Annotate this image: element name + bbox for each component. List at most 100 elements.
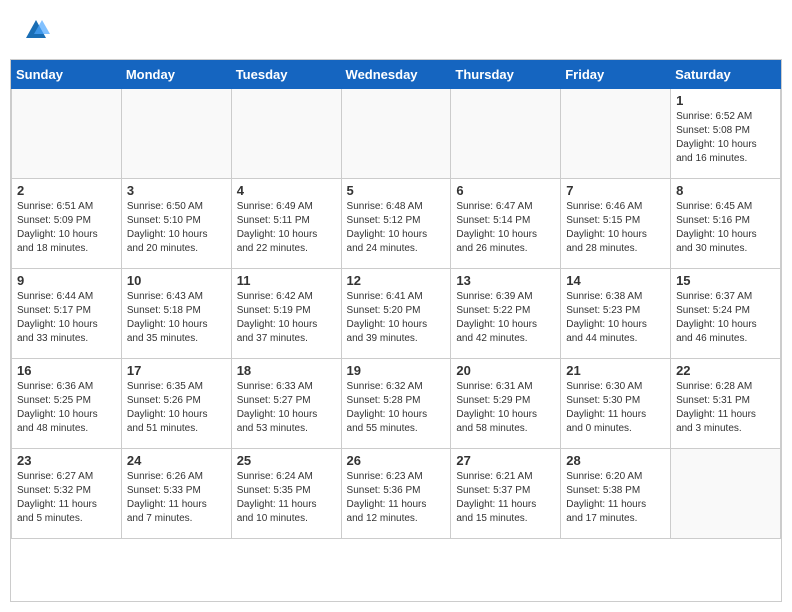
day-number: 24 — [127, 453, 226, 468]
calendar-cell: 23 Sunrise: 6:27 AM Sunset: 5:32 PM Dayli… — [12, 448, 122, 538]
week-row-1: 1 Sunrise: 6:52 AM Sunset: 5:08 PM Daylig… — [12, 88, 781, 178]
day-info: Sunrise: 6:27 AM Sunset: 5:32 PM Dayligh… — [17, 470, 116, 526]
day-number: 7 — [566, 183, 665, 198]
day-number: 13 — [456, 273, 555, 288]
calendar-cell: 13 Sunrise: 6:39 AM Sunset: 5:22 PM Dayli… — [451, 268, 561, 358]
day-number: 17 — [127, 363, 226, 378]
calendar-cell: 10 Sunrise: 6:43 AM Sunset: 5:18 PM Dayli… — [121, 268, 231, 358]
day-number: 25 — [237, 453, 336, 468]
day-info: Sunrise: 6:38 AM Sunset: 5:23 PM Dayligh… — [566, 290, 665, 346]
day-info: Sunrise: 6:33 AM Sunset: 5:27 PM Dayligh… — [237, 380, 336, 436]
weekday-header-thursday: Thursday — [451, 60, 561, 88]
calendar-cell — [671, 448, 781, 538]
day-info: Sunrise: 6:26 AM Sunset: 5:33 PM Dayligh… — [127, 470, 226, 526]
calendar-cell: 1 Sunrise: 6:52 AM Sunset: 5:08 PM Daylig… — [671, 88, 781, 178]
calendar-cell — [12, 88, 122, 178]
calendar-cell: 12Sunrise: 6:41 AM Sunset: 5:20 PM Dayli… — [341, 268, 451, 358]
calendar-cell — [561, 88, 671, 178]
calendar-cell — [121, 88, 231, 178]
weekday-header-friday: Friday — [561, 60, 671, 88]
week-row-2: 2Sunrise: 6:51 AM Sunset: 5:09 PM Daylig… — [12, 178, 781, 268]
day-info: Sunrise: 6:39 AM Sunset: 5:22 PM Dayligh… — [456, 290, 555, 346]
week-row-4: 16Sunrise: 6:36 AM Sunset: 5:25 PM Dayli… — [12, 358, 781, 448]
day-number: 1 — [676, 93, 775, 108]
day-info: Sunrise: 6:28 AM Sunset: 5:31 PM Dayligh… — [676, 380, 775, 436]
day-info: Sunrise: 6:30 AM Sunset: 5:30 PM Dayligh… — [566, 380, 665, 436]
calendar-cell: 8Sunrise: 6:45 AM Sunset: 5:16 PM Daylig… — [671, 178, 781, 268]
day-info: Sunrise: 6:48 AM Sunset: 5:12 PM Dayligh… — [347, 200, 446, 256]
calendar-cell: 9 Sunrise: 6:44 AM Sunset: 5:17 PM Daylig… — [12, 268, 122, 358]
day-number: 22 — [676, 363, 775, 378]
header — [0, 0, 792, 59]
day-info: Sunrise: 6:44 AM Sunset: 5:17 PM Dayligh… — [17, 290, 116, 346]
day-number: 3 — [127, 183, 226, 198]
day-number: 16 — [17, 363, 116, 378]
logo-icon — [22, 16, 50, 44]
calendar-cell: 2Sunrise: 6:51 AM Sunset: 5:09 PM Daylig… — [12, 178, 122, 268]
day-info: Sunrise: 6:23 AM Sunset: 5:36 PM Dayligh… — [347, 470, 446, 526]
day-info: Sunrise: 6:31 AM Sunset: 5:29 PM Dayligh… — [456, 380, 555, 436]
day-number: 19 — [347, 363, 446, 378]
week-row-5: 23 Sunrise: 6:27 AM Sunset: 5:32 PM Dayli… — [12, 448, 781, 538]
calendar-cell — [231, 88, 341, 178]
calendar-cell: 6 Sunrise: 6:47 AM Sunset: 5:14 PM Daylig… — [451, 178, 561, 268]
logo — [20, 16, 50, 49]
day-number: 20 — [456, 363, 555, 378]
calendar-cell: 4 Sunrise: 6:49 AM Sunset: 5:11 PM Daylig… — [231, 178, 341, 268]
calendar-body: 1 Sunrise: 6:52 AM Sunset: 5:08 PM Daylig… — [12, 88, 781, 538]
day-info: Sunrise: 6:50 AM Sunset: 5:10 PM Dayligh… — [127, 200, 226, 256]
calendar-cell — [451, 88, 561, 178]
day-number: 23 — [17, 453, 116, 468]
calendar-cell: 26 Sunrise: 6:23 AM Sunset: 5:36 PM Dayli… — [341, 448, 451, 538]
day-number: 27 — [456, 453, 555, 468]
day-number: 26 — [347, 453, 446, 468]
calendar-cell: 27 Sunrise: 6:21 AM Sunset: 5:37 PM Dayli… — [451, 448, 561, 538]
calendar-cell: 3 Sunrise: 6:50 AM Sunset: 5:10 PM Daylig… — [121, 178, 231, 268]
weekday-header-sunday: Sunday — [12, 60, 122, 88]
day-number: 2 — [17, 183, 116, 198]
day-info: Sunrise: 6:21 AM Sunset: 5:37 PM Dayligh… — [456, 470, 555, 526]
day-info: Sunrise: 6:49 AM Sunset: 5:11 PM Dayligh… — [237, 200, 336, 256]
calendar-cell: 21 Sunrise: 6:30 AM Sunset: 5:30 PM Dayli… — [561, 358, 671, 448]
calendar-cell: 18 Sunrise: 6:33 AM Sunset: 5:27 PM Dayli… — [231, 358, 341, 448]
calendar-cell: 14 Sunrise: 6:38 AM Sunset: 5:23 PM Dayli… — [561, 268, 671, 358]
day-info: Sunrise: 6:47 AM Sunset: 5:14 PM Dayligh… — [456, 200, 555, 256]
calendar-cell: 17 Sunrise: 6:35 AM Sunset: 5:26 PM Dayli… — [121, 358, 231, 448]
day-number: 5 — [347, 183, 446, 198]
day-number: 4 — [237, 183, 336, 198]
calendar-cell: 16Sunrise: 6:36 AM Sunset: 5:25 PM Dayli… — [12, 358, 122, 448]
day-info: Sunrise: 6:52 AM Sunset: 5:08 PM Dayligh… — [676, 110, 775, 166]
day-info: Sunrise: 6:32 AM Sunset: 5:28 PM Dayligh… — [347, 380, 446, 436]
day-number: 18 — [237, 363, 336, 378]
calendar-cell: 19 Sunrise: 6:32 AM Sunset: 5:28 PM Dayli… — [341, 358, 451, 448]
calendar-cell: 5 Sunrise: 6:48 AM Sunset: 5:12 PM Daylig… — [341, 178, 451, 268]
day-info: Sunrise: 6:43 AM Sunset: 5:18 PM Dayligh… — [127, 290, 226, 346]
calendar: SundayMondayTuesdayWednesdayThursdayFrid… — [10, 59, 782, 602]
day-number: 14 — [566, 273, 665, 288]
week-row-3: 9 Sunrise: 6:44 AM Sunset: 5:17 PM Daylig… — [12, 268, 781, 358]
calendar-cell: 25 Sunrise: 6:24 AM Sunset: 5:35 PM Dayli… — [231, 448, 341, 538]
calendar-cell: 20 Sunrise: 6:31 AM Sunset: 5:29 PM Dayli… — [451, 358, 561, 448]
calendar-cell: 11Sunrise: 6:42 AM Sunset: 5:19 PM Dayli… — [231, 268, 341, 358]
day-number: 9 — [17, 273, 116, 288]
calendar-cell: 22 Sunrise: 6:28 AM Sunset: 5:31 PM Dayli… — [671, 358, 781, 448]
weekday-header-wednesday: Wednesday — [341, 60, 451, 88]
day-info: Sunrise: 6:24 AM Sunset: 5:35 PM Dayligh… — [237, 470, 336, 526]
calendar-cell — [341, 88, 451, 178]
day-info: Sunrise: 6:46 AM Sunset: 5:15 PM Dayligh… — [566, 200, 665, 256]
calendar-header-row: SundayMondayTuesdayWednesdayThursdayFrid… — [12, 60, 781, 88]
day-number: 6 — [456, 183, 555, 198]
weekday-header-tuesday: Tuesday — [231, 60, 341, 88]
day-number: 10 — [127, 273, 226, 288]
calendar-cell: 24 Sunrise: 6:26 AM Sunset: 5:33 PM Dayli… — [121, 448, 231, 538]
day-info: Sunrise: 6:37 AM Sunset: 5:24 PM Dayligh… — [676, 290, 775, 346]
day-info: Sunrise: 6:41 AM Sunset: 5:20 PM Dayligh… — [347, 290, 446, 346]
page: SundayMondayTuesdayWednesdayThursdayFrid… — [0, 0, 792, 612]
day-number: 15 — [676, 273, 775, 288]
calendar-cell: 7 Sunrise: 6:46 AM Sunset: 5:15 PM Daylig… — [561, 178, 671, 268]
day-number: 21 — [566, 363, 665, 378]
day-info: Sunrise: 6:35 AM Sunset: 5:26 PM Dayligh… — [127, 380, 226, 436]
day-number: 11 — [237, 273, 336, 288]
day-info: Sunrise: 6:20 AM Sunset: 5:38 PM Dayligh… — [566, 470, 665, 526]
day-number: 8 — [676, 183, 775, 198]
